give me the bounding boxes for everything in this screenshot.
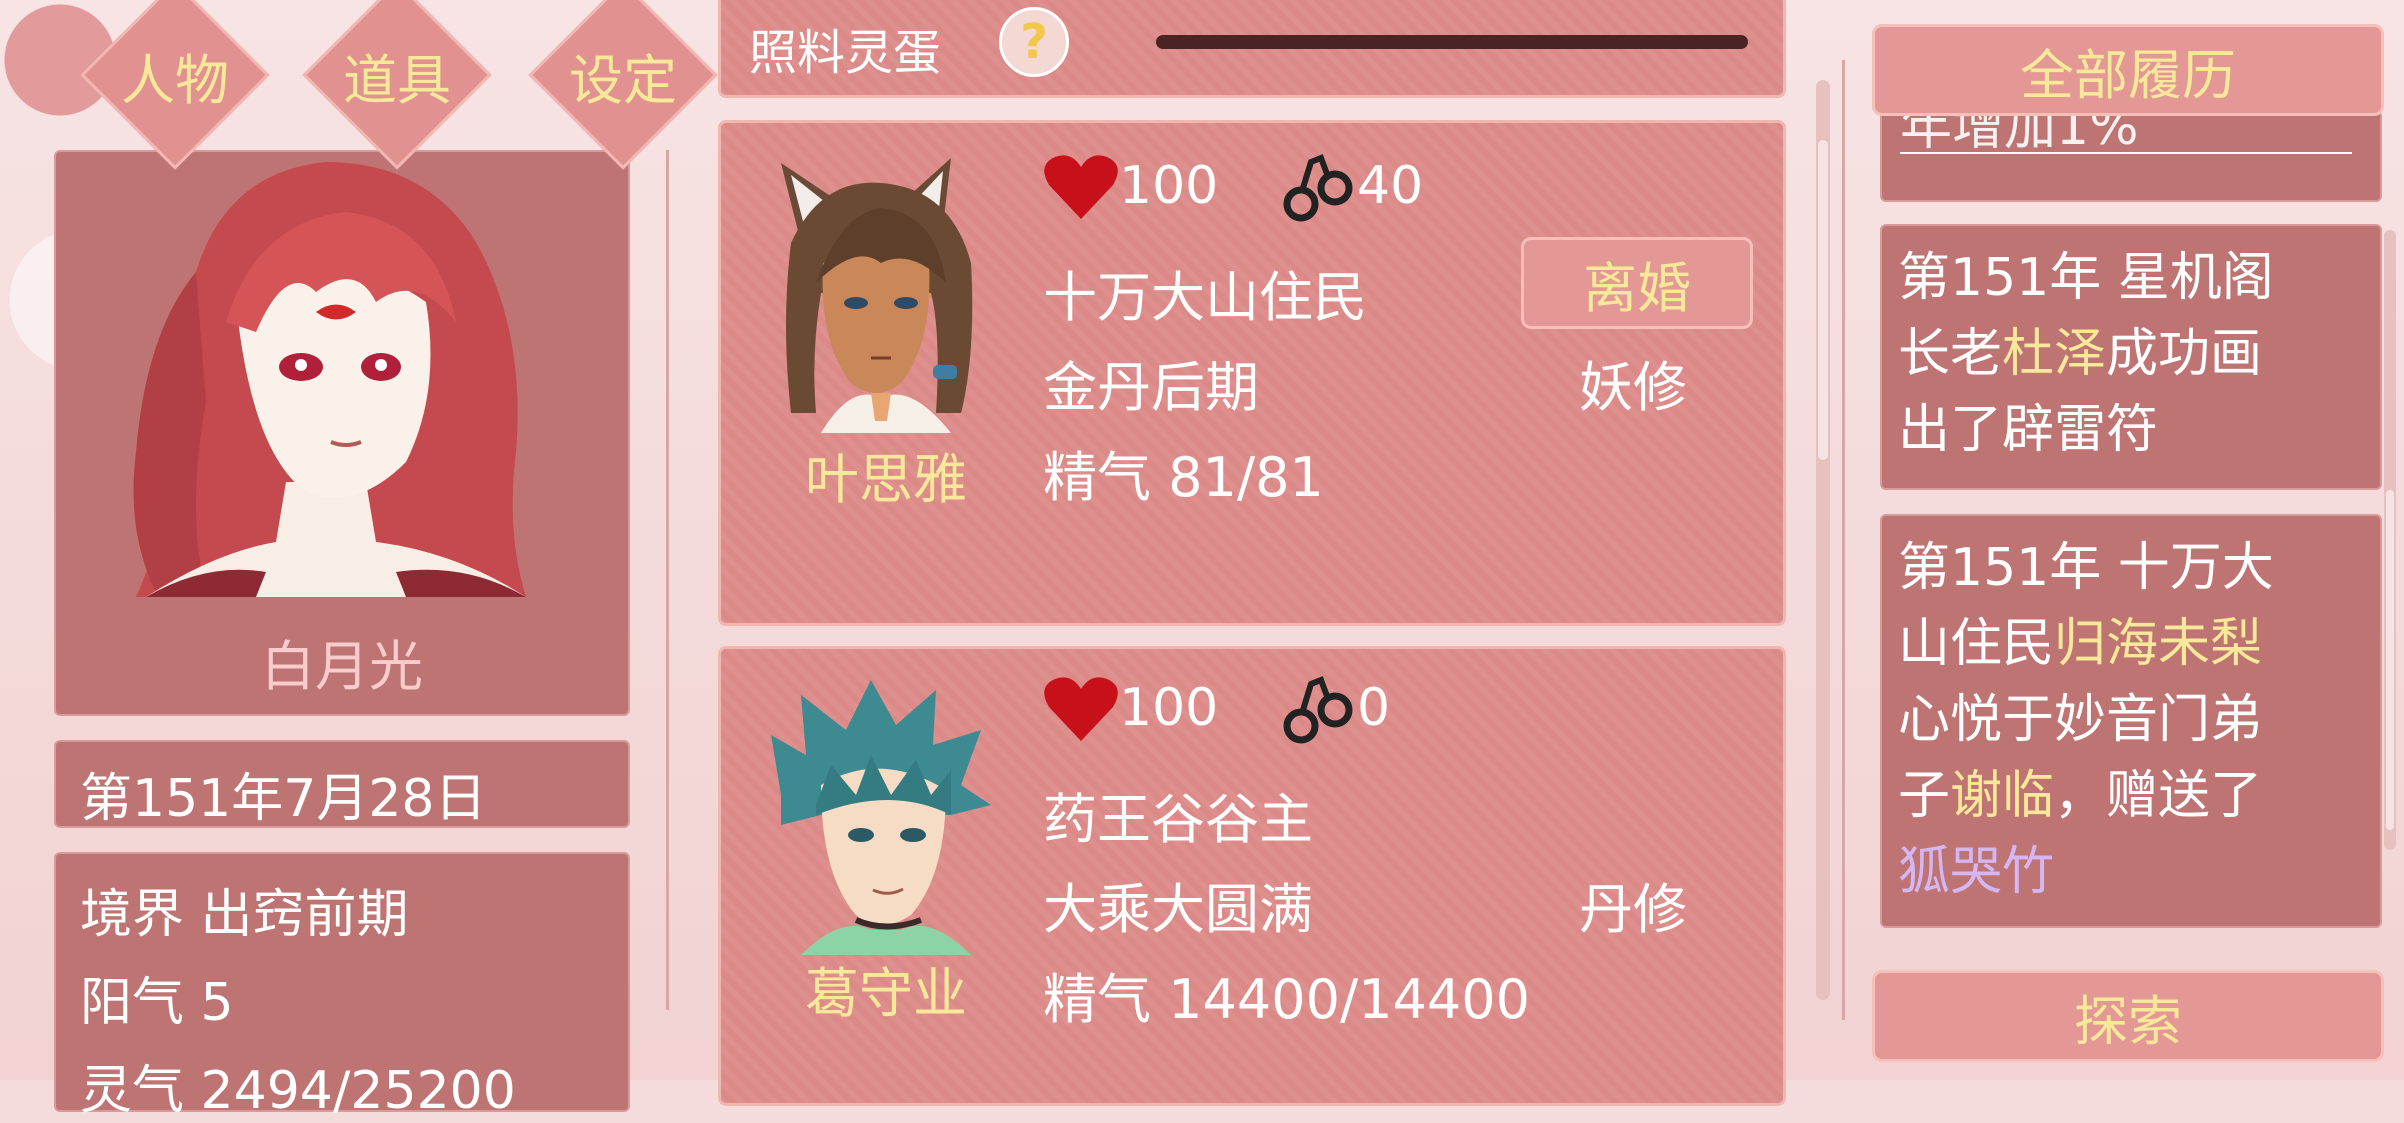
handcuffs-icon — [1283, 154, 1353, 222]
right-divider — [1842, 60, 1845, 1020]
stat-yang-value: 5 — [200, 973, 234, 1033]
all-history-button[interactable]: 全部履历 — [1872, 24, 2384, 116]
player-portrait-panel: 白月光 — [54, 150, 630, 716]
tab-characters[interactable]: 人物 — [80, 0, 270, 170]
partner-essence-label: 精气 — [1043, 446, 1151, 509]
history-entry-line: 第151年 十万大 山住民归海未梨 心悦于妙音门弟 子谢临，赠送了 狐哭竹 — [1898, 530, 2274, 910]
history-text: 出了辟雷符 — [1898, 400, 2159, 460]
partner-name: 叶思雅 — [805, 448, 967, 511]
history-text: 心悦于妙音门弟 — [1898, 690, 2263, 750]
history-clipped-entry: 年增加1% — [1880, 110, 2382, 202]
stat-realm-label: 境界 — [80, 885, 185, 945]
bond-value: 40 — [1357, 156, 1424, 216]
bond-stat: 40 — [1281, 151, 1424, 222]
history-scroll-thumb[interactable] — [2386, 490, 2394, 830]
tab-settings[interactable]: 设定 — [528, 0, 718, 170]
history-text: 山住民 — [1898, 614, 2055, 674]
heart-icon — [1044, 155, 1118, 219]
history-person-name: 谢临 — [1950, 766, 2055, 826]
current-date: 第151年7月28日 — [80, 769, 487, 829]
tab-settings-label: 设定 — [569, 48, 677, 112]
partner-essence-value: 81/81 — [1168, 446, 1324, 509]
partner-realm: 大乘大圆满 — [1043, 878, 1313, 941]
partner-portrait — [771, 680, 991, 955]
egg-care-bar: 照料灵蛋 ? — [718, 0, 1786, 98]
bond-value: 0 — [1357, 678, 1391, 738]
partner-essence: 精气 81/81 — [1043, 433, 1324, 512]
egg-care-title: 照料灵蛋 — [749, 25, 942, 81]
divorce-button[interactable]: 离婚 — [1521, 237, 1753, 329]
history-text: 第151年 十万大 — [1898, 538, 2274, 598]
partner-portrait — [781, 158, 973, 433]
history-item-name: 狐哭竹 — [1898, 842, 2055, 902]
history-scrollbar[interactable] — [2384, 230, 2396, 850]
partner-essence-value: 14400/14400 — [1168, 968, 1530, 1031]
history-text: 成功画 — [2106, 324, 2263, 384]
history-clipped-line — [1900, 152, 2352, 154]
player-portrait — [133, 162, 526, 597]
bond-stat: 0 — [1281, 673, 1391, 744]
partner-essence-label: 精气 — [1043, 968, 1151, 1031]
partner-cultivation-type: 妖修 — [1579, 356, 1687, 419]
history-person-name: 归海未梨 — [2054, 614, 2263, 674]
partner-list-scroll-thumb[interactable] — [1818, 140, 1828, 460]
player-name: 白月光 — [261, 635, 423, 698]
stat-qi-label: 灵气 — [80, 1061, 185, 1121]
history-text: 第151年 星机阁 — [1898, 248, 2274, 308]
stat-qi: 灵气 2494/25200 — [80, 1048, 516, 1123]
history-text: ，赠送了 — [2054, 766, 2263, 826]
left-divider — [666, 150, 669, 1010]
affection-value: 100 — [1119, 678, 1219, 738]
partner-realm: 金丹后期 — [1043, 356, 1259, 419]
tab-items[interactable]: 道具 — [302, 0, 492, 170]
tab-items-label: 道具 — [343, 48, 451, 112]
partner-faction: 十万大山住民 — [1043, 266, 1367, 329]
egg-progress-bar — [1156, 35, 1748, 49]
history-person-name: 杜泽 — [2002, 324, 2107, 384]
partner-card: 葛守业 100 0 药王谷谷主 大乘大圆满 丹修 精气 14400/14400 — [718, 646, 1786, 1106]
stat-qi-value: 2494/25200 — [200, 1061, 516, 1121]
partner-card: 叶思雅 100 40 十万大山住民 金丹后期 妖修 精气 81/81 离婚 — [718, 120, 1786, 626]
affection-value: 100 — [1119, 156, 1219, 216]
partner-list-scrollbar[interactable] — [1816, 80, 1830, 1000]
partner-essence: 精气 14400/14400 — [1043, 955, 1530, 1034]
affection-stat: 100 — [1043, 151, 1218, 221]
affection-stat: 100 — [1043, 673, 1218, 743]
stat-realm: 境界 出窍前期 — [80, 872, 409, 947]
partner-faction: 药王谷谷主 — [1043, 788, 1313, 851]
tab-characters-label: 人物 — [121, 48, 229, 112]
partner-name: 葛守业 — [805, 962, 967, 1025]
stat-realm-value: 出窍前期 — [200, 885, 409, 945]
stat-yang-label: 阳气 — [80, 973, 185, 1033]
partner-cultivation-type: 丹修 — [1579, 878, 1687, 941]
history-entry: 第151年 星机阁 长老杜泽成功画 出了辟雷符 — [1880, 224, 2382, 490]
history-entry: 第151年 十万大 山住民归海未梨 心悦于妙音门弟 子谢临，赠送了 狐哭竹 — [1880, 514, 2382, 928]
player-stats-panel: 境界 出窍前期 阳气 5 灵气 2494/25200 — [54, 852, 630, 1121]
history-entry-line: 第151年 星机阁 长老杜泽成功画 出了辟雷符 — [1898, 240, 2274, 468]
history-text: 长老 — [1898, 324, 2003, 384]
heart-icon — [1044, 677, 1118, 741]
date-panel: 第151年7月28日 — [54, 740, 630, 829]
handcuffs-icon — [1283, 676, 1353, 744]
explore-button[interactable]: 探索 — [1872, 970, 2384, 1062]
question-icon[interactable]: ? — [999, 7, 1069, 77]
stat-yang: 阳气 5 — [80, 960, 234, 1035]
history-text: 子 — [1898, 766, 1951, 826]
